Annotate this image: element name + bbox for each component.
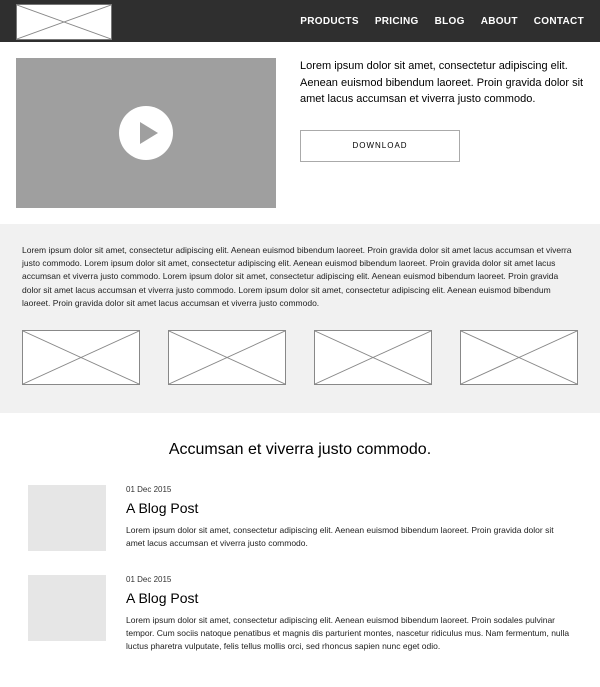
download-button[interactable]: DOWNLOAD: [300, 130, 460, 162]
nav-item-products[interactable]: PRODUCTS: [300, 16, 359, 27]
post-date: 01 Dec 2015: [126, 575, 572, 584]
play-icon: [119, 106, 173, 160]
post-body: 01 Dec 2015 A Blog Post Lorem ipsum dolo…: [126, 485, 572, 551]
feature-thumb[interactable]: [460, 330, 578, 385]
main-nav: PRODUCTS PRICING BLOG ABOUT CONTACT: [300, 16, 584, 27]
nav-item-contact[interactable]: CONTACT: [534, 16, 584, 27]
blog-post: 01 Dec 2015 A Blog Post Lorem ipsum dolo…: [28, 575, 572, 654]
feature-thumb[interactable]: [22, 330, 140, 385]
site-header: PRODUCTS PRICING BLOG ABOUT CONTACT: [0, 0, 600, 42]
logo-placeholder[interactable]: [16, 4, 112, 40]
post-date: 01 Dec 2015: [126, 485, 572, 494]
feature-thumbnails: [22, 330, 578, 385]
feature-thumb[interactable]: [314, 330, 432, 385]
blog-section: Accumsan et viverra justo commodo. 01 De…: [0, 413, 600, 687]
post-excerpt: Lorem ipsum dolor sit amet, consectetur …: [126, 524, 572, 550]
feature-thumb[interactable]: [168, 330, 286, 385]
nav-item-blog[interactable]: BLOG: [435, 16, 465, 27]
hero-text-body: Lorem ipsum dolor sit amet, consectetur …: [300, 58, 584, 108]
feature-strip: Lorem ipsum dolor sit amet, consectetur …: [0, 224, 600, 413]
nav-item-about[interactable]: ABOUT: [481, 16, 518, 27]
video-placeholder[interactable]: [16, 58, 276, 208]
post-excerpt: Lorem ipsum dolor sit amet, consectetur …: [126, 614, 572, 654]
hero-section: Lorem ipsum dolor sit amet, consectetur …: [0, 42, 600, 224]
post-title[interactable]: A Blog Post: [126, 590, 572, 606]
post-title[interactable]: A Blog Post: [126, 500, 572, 516]
blog-post: 01 Dec 2015 A Blog Post Lorem ipsum dolo…: [28, 485, 572, 551]
nav-item-pricing[interactable]: PRICING: [375, 16, 419, 27]
blog-heading: Accumsan et viverra justo commodo.: [28, 441, 572, 459]
hero-copy: Lorem ipsum dolor sit amet, consectetur …: [300, 58, 584, 208]
post-thumbnail[interactable]: [28, 575, 106, 641]
post-body: 01 Dec 2015 A Blog Post Lorem ipsum dolo…: [126, 575, 572, 654]
post-thumbnail[interactable]: [28, 485, 106, 551]
feature-copy: Lorem ipsum dolor sit amet, consectetur …: [22, 244, 578, 310]
